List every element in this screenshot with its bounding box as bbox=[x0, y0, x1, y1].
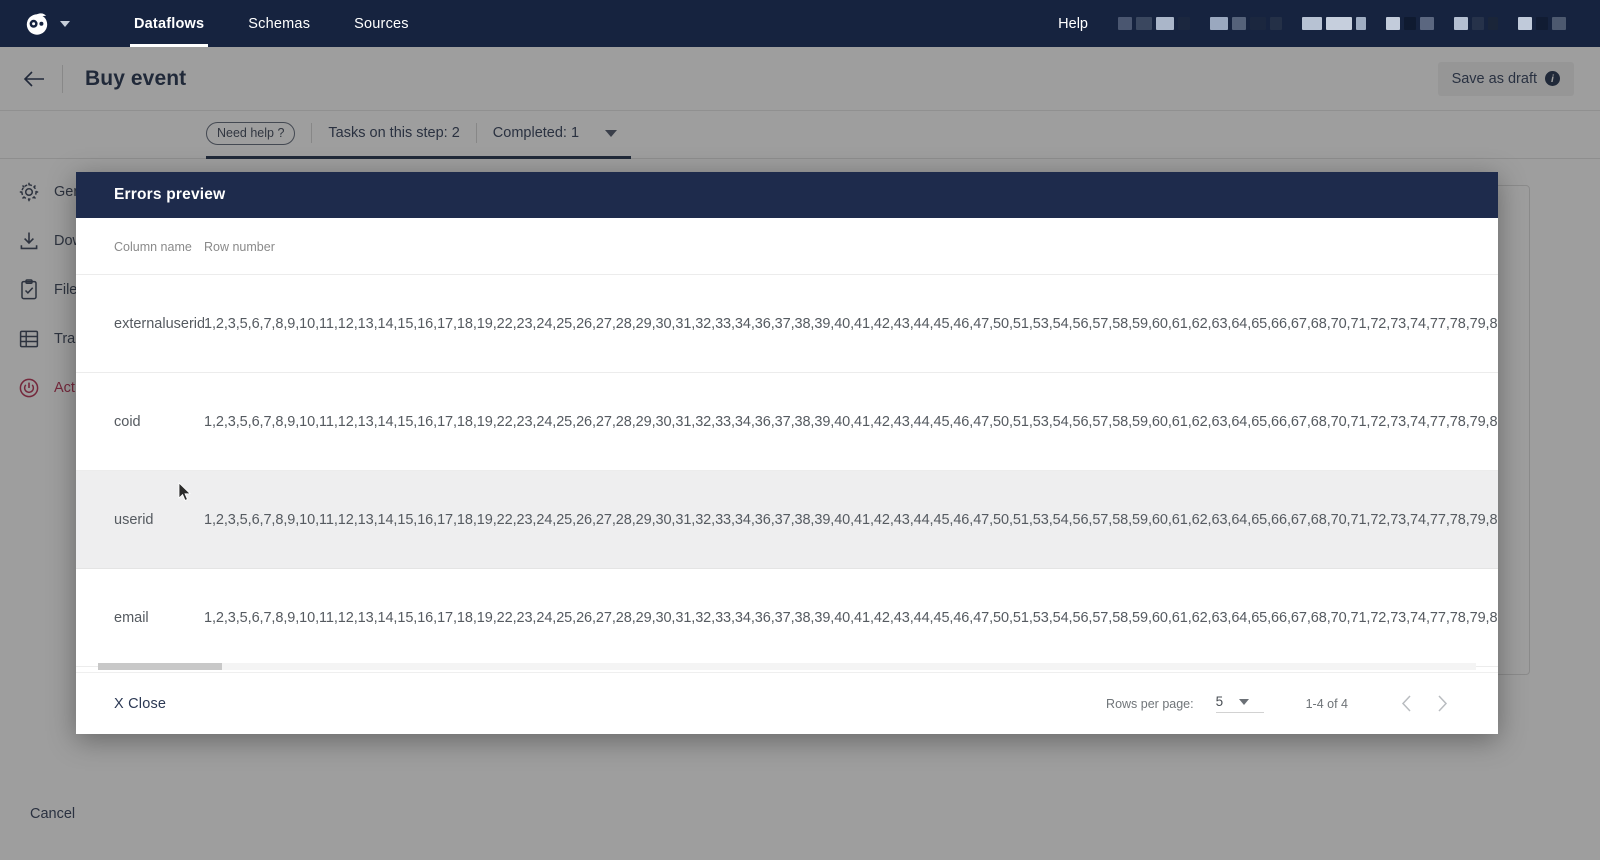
redacted-block-4 bbox=[1386, 17, 1434, 30]
redacted-block-2 bbox=[1210, 17, 1282, 30]
redacted-swatch bbox=[1326, 17, 1352, 30]
dialog-body: Column name Row number externaluserid 1,2… bbox=[76, 218, 1498, 672]
cell-column-name: email bbox=[76, 568, 204, 667]
cell-column-name: externaluserid bbox=[76, 274, 204, 373]
primary-nav: Dataflows Schemas Sources bbox=[112, 0, 431, 47]
cell-row-number: 1,2,3,5,6,7,8,9,10,11,12,13,14,15,16,17,… bbox=[204, 568, 1498, 667]
nav-item-schemas[interactable]: Schemas bbox=[226, 0, 332, 47]
pagination-range-label: 1-4 of 4 bbox=[1305, 696, 1348, 711]
chevron-left-icon[interactable] bbox=[1388, 686, 1424, 722]
redacted-swatch bbox=[1518, 17, 1532, 30]
rows-per-page-select[interactable]: 5 bbox=[1215, 694, 1264, 713]
redacted-swatch bbox=[1178, 17, 1190, 30]
redacted-swatch bbox=[1488, 17, 1498, 30]
redacted-swatch bbox=[1536, 17, 1548, 30]
redacted-block-3 bbox=[1302, 17, 1366, 30]
nav-item-dataflows-label: Dataflows bbox=[134, 15, 205, 32]
redacted-swatch bbox=[1118, 17, 1132, 30]
redacted-swatch bbox=[1472, 17, 1484, 30]
horizontal-scrollbar-thumb[interactable] bbox=[98, 663, 222, 670]
column-header-row-number[interactable]: Row number bbox=[204, 218, 1498, 275]
redacted-swatch bbox=[1302, 17, 1322, 30]
horizontal-scrollbar-track[interactable] bbox=[98, 663, 1476, 670]
brand-chevron-down-icon[interactable] bbox=[60, 20, 70, 27]
chevron-right-icon[interactable] bbox=[1424, 686, 1460, 722]
dialog-footer: X Close Rows per page: 5 1-4 of 4 bbox=[76, 672, 1498, 734]
nav-item-dataflows[interactable]: Dataflows bbox=[112, 0, 226, 47]
help-link[interactable]: Help bbox=[1058, 16, 1088, 32]
pagination-controls: Rows per page: 5 1-4 of 4 bbox=[1106, 686, 1460, 722]
errors-table-head: Column name Row number bbox=[76, 218, 1498, 275]
table-row[interactable]: externaluserid 1,2,3,5,6,7,8,9,10,11,12,1… bbox=[76, 274, 1498, 373]
redacted-swatch bbox=[1552, 17, 1566, 30]
table-row[interactable]: coid 1,2,3,5,6,7,8,9,10,11,12,13,14,15,16… bbox=[76, 372, 1498, 471]
redacted-swatch bbox=[1232, 17, 1246, 30]
rows-per-page-value: 5 bbox=[1215, 694, 1224, 709]
redacted-swatch bbox=[1136, 17, 1152, 30]
nav-right-group: Help bbox=[1058, 16, 1600, 32]
brand-logo-group[interactable] bbox=[24, 11, 70, 37]
redacted-swatch bbox=[1270, 17, 1282, 30]
close-button[interactable]: X Close bbox=[114, 696, 166, 712]
errors-preview-dialog: Errors preview Column name Row number ex… bbox=[76, 172, 1498, 734]
errors-table-header-row: Column name Row number bbox=[76, 218, 1498, 275]
owl-logo-icon bbox=[24, 11, 50, 37]
nav-item-sources[interactable]: Sources bbox=[332, 0, 431, 47]
cell-row-number: 1,2,3,5,6,7,8,9,10,11,12,13,14,15,16,17,… bbox=[204, 470, 1498, 569]
redacted-swatch bbox=[1210, 17, 1228, 30]
cell-row-number: 1,2,3,5,6,7,8,9,10,11,12,13,14,15,16,17,… bbox=[204, 274, 1498, 373]
nav-item-sources-label: Sources bbox=[354, 15, 409, 32]
redacted-swatch bbox=[1386, 17, 1400, 30]
redacted-swatch bbox=[1420, 17, 1434, 30]
redacted-block-6 bbox=[1518, 17, 1566, 30]
dialog-title: Errors preview bbox=[114, 186, 226, 203]
redacted-block-1 bbox=[1118, 17, 1190, 30]
redacted-swatch bbox=[1356, 17, 1366, 30]
column-header-column-name[interactable]: Column name bbox=[76, 218, 204, 275]
table-row[interactable]: email 1,2,3,5,6,7,8,9,10,11,12,13,14,15,1… bbox=[76, 568, 1498, 667]
redacted-swatch bbox=[1454, 17, 1468, 30]
table-row[interactable]: userid 1,2,3,5,6,7,8,9,10,11,12,13,14,15,… bbox=[76, 470, 1498, 569]
rows-per-page-label: Rows per page: bbox=[1106, 696, 1194, 711]
mouse-cursor bbox=[178, 482, 192, 507]
cell-column-name: coid bbox=[76, 372, 204, 471]
cell-row-number: 1,2,3,5,6,7,8,9,10,11,12,13,14,15,16,17,… bbox=[204, 372, 1498, 471]
errors-table-body: externaluserid 1,2,3,5,6,7,8,9,10,11,12,1… bbox=[76, 274, 1498, 667]
dialog-header: Errors preview bbox=[76, 172, 1498, 218]
chevron-down-icon[interactable] bbox=[1239, 698, 1250, 705]
errors-table: Column name Row number externaluserid 1,2… bbox=[76, 218, 1498, 667]
redacted-swatch bbox=[1250, 17, 1266, 30]
redacted-block-5 bbox=[1454, 17, 1498, 30]
top-navigation-bar: Dataflows Schemas Sources Help bbox=[0, 0, 1600, 47]
redacted-swatch bbox=[1156, 17, 1174, 30]
nav-item-schemas-label: Schemas bbox=[248, 15, 311, 32]
app-root: Dataflows Schemas Sources Help Buy event… bbox=[0, 0, 1600, 860]
redacted-swatch bbox=[1404, 17, 1416, 30]
